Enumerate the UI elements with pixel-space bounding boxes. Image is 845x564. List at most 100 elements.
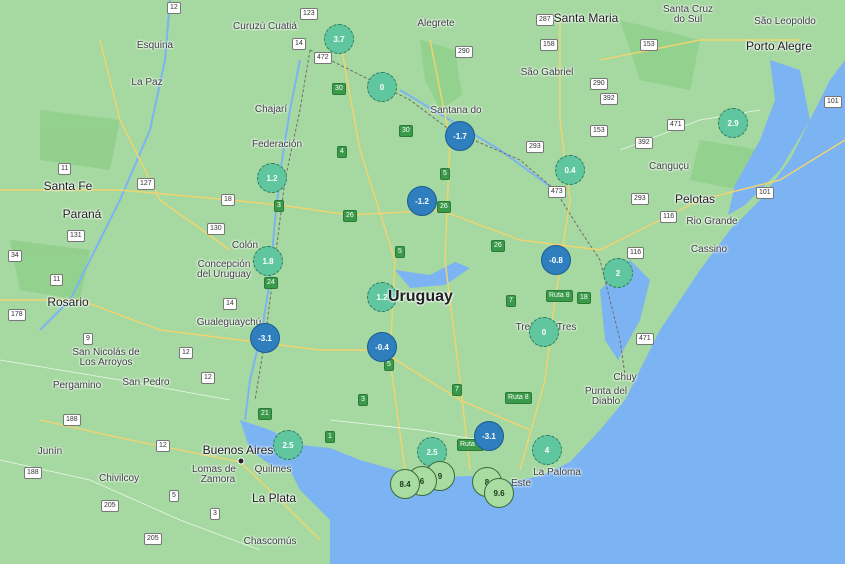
- road-shield: 34: [8, 250, 22, 262]
- road-shield: 290: [590, 78, 608, 90]
- place-label: Colón: [231, 240, 259, 251]
- road-shield: 4: [337, 146, 347, 158]
- road-shield: 30: [399, 125, 413, 137]
- station-marker[interactable]: 3.7: [324, 24, 354, 54]
- station-marker[interactable]: 2: [603, 258, 633, 288]
- place-label: La Plata: [251, 491, 297, 505]
- place-label: do Sul: [673, 14, 703, 25]
- station-marker[interactable]: -1.2: [407, 186, 437, 216]
- road-shield: 293: [631, 193, 649, 205]
- road-shield: 11: [58, 163, 72, 175]
- station-marker[interactable]: 4: [532, 435, 562, 465]
- road-shield: 153: [590, 125, 608, 137]
- place-label: La Paloma: [533, 467, 581, 478]
- place-label: Quilmes: [254, 464, 292, 475]
- road-shield: 188: [24, 467, 42, 479]
- road-shield: 472: [314, 52, 332, 64]
- place-label: Alegrete: [417, 18, 455, 29]
- station-marker[interactable]: -0.4: [367, 332, 397, 362]
- road-shield: 392: [600, 93, 618, 105]
- road-shield: 101: [824, 96, 842, 108]
- road-shield: 293: [526, 141, 544, 153]
- station-marker[interactable]: 1.8: [253, 246, 283, 276]
- place-label: Junín: [37, 446, 63, 457]
- place-label: Federación: [251, 139, 303, 150]
- place-label: Pergamino: [52, 380, 102, 391]
- road-shield: 12: [167, 2, 181, 14]
- road-shield: 30: [332, 83, 346, 95]
- station-marker[interactable]: 1.2: [257, 163, 287, 193]
- road-shield: 205: [101, 500, 119, 512]
- place-label: Rosario: [47, 295, 89, 309]
- place-label: Chuy: [613, 372, 637, 383]
- place-label: Porto Alegre: [745, 39, 813, 53]
- place-label: Buenos Aires: [202, 443, 274, 457]
- road-shield: 3: [210, 508, 220, 520]
- place-label: del Uruguay: [197, 269, 251, 280]
- country-label: Uruguay: [388, 288, 453, 305]
- road-shield: 5: [395, 246, 405, 258]
- road-shield: Ruta 8: [505, 392, 532, 404]
- road-shield: 287: [536, 14, 554, 26]
- station-marker[interactable]: -1.7: [445, 121, 475, 151]
- station-marker[interactable]: 2.5: [273, 430, 303, 460]
- road-shield: 11: [50, 274, 64, 286]
- road-shield: 3: [274, 200, 284, 212]
- road-shield: 127: [137, 178, 155, 190]
- place-label: Chajarí: [254, 104, 288, 115]
- place-label: Este: [510, 478, 532, 489]
- road-shield: 21: [258, 408, 272, 420]
- place-label: La Paz: [131, 77, 163, 88]
- road-shield: 14: [223, 298, 237, 310]
- road-shield: 205: [144, 533, 162, 545]
- road-shield: 7: [506, 295, 516, 307]
- place-label: Curuzú Cuatiá: [233, 21, 297, 32]
- road-shield: 101: [756, 187, 774, 199]
- road-shield: 24: [264, 277, 278, 289]
- road-shield: 18: [221, 194, 235, 206]
- road-shield: 131: [67, 230, 85, 242]
- station-marker[interactable]: 2.9: [718, 108, 748, 138]
- place-label: Santa Maria: [553, 11, 619, 25]
- place-label: Diablo: [591, 396, 621, 407]
- station-marker[interactable]: 0: [529, 317, 559, 347]
- station-marker[interactable]: -3.1: [474, 421, 504, 451]
- station-marker[interactable]: 9.6: [484, 478, 514, 508]
- road-shield: 473: [548, 186, 566, 198]
- place-label: Chascomús: [243, 536, 297, 547]
- road-shield: 1: [325, 431, 335, 443]
- road-shield: 188: [63, 414, 81, 426]
- place-label: Paraná: [62, 207, 102, 221]
- road-shield: 12: [156, 440, 170, 452]
- road-shield: 5: [440, 168, 450, 180]
- place-label: São Gabriel: [520, 67, 574, 78]
- place-label: Esquina: [136, 40, 174, 51]
- road-shield: 153: [640, 39, 658, 51]
- place-label: Zamora: [200, 474, 236, 485]
- place-label: Los Arroyos: [79, 357, 133, 368]
- place-label: Chivilcoy: [98, 473, 140, 484]
- road-shield: 123: [300, 8, 318, 20]
- road-shield: 5: [169, 490, 179, 502]
- road-shield: 14: [292, 38, 306, 50]
- road-shield: 116: [660, 211, 678, 223]
- road-shield: 471: [667, 119, 685, 131]
- place-label: Pelotas: [674, 192, 716, 206]
- station-marker[interactable]: 0.4: [555, 155, 585, 185]
- station-marker[interactable]: 0: [367, 72, 397, 102]
- road-shield: Ruta 8: [546, 290, 573, 302]
- place-label: San Pedro: [122, 377, 170, 388]
- place-label: Rio Grande: [686, 216, 738, 227]
- road-shield: 26: [437, 201, 451, 213]
- road-shield: 9: [83, 333, 93, 345]
- road-shield: 116: [627, 247, 645, 259]
- road-shield: 26: [491, 240, 505, 252]
- buenos-aires-dot: [237, 457, 245, 465]
- station-marker[interactable]: -0.8: [541, 245, 571, 275]
- station-marker[interactable]: -3.1: [250, 323, 280, 353]
- road-shield: 178: [8, 309, 26, 321]
- road-shield: 3: [358, 394, 368, 406]
- place-label: Santa Fe: [43, 179, 93, 193]
- place-label: Santana do: [430, 105, 482, 116]
- station-marker[interactable]: 8.4: [390, 469, 420, 499]
